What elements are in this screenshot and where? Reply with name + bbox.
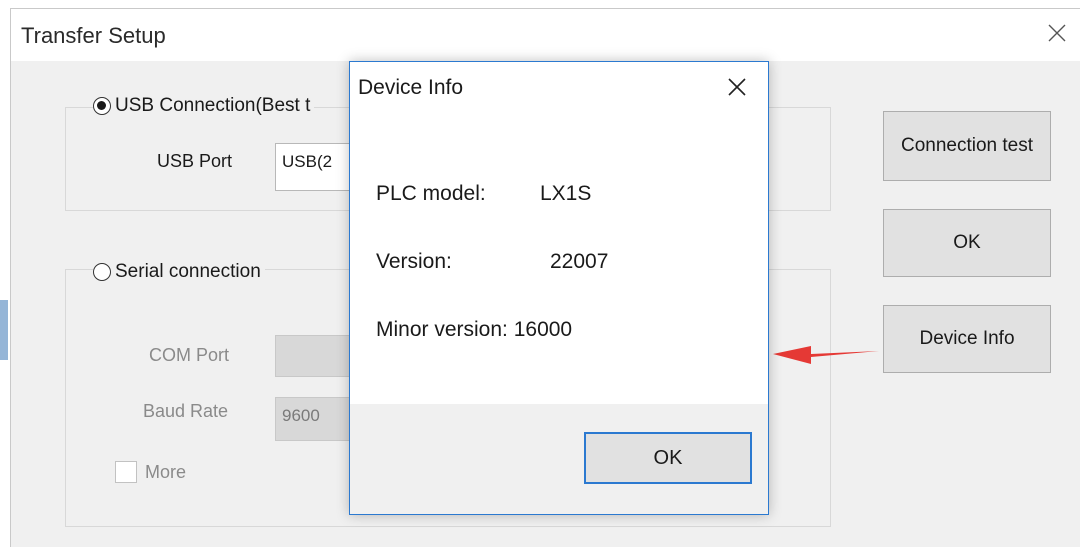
- more-checkbox: [115, 461, 137, 483]
- usb-connection-label: USB Connection(Best t: [115, 95, 311, 116]
- usb-connection-radio[interactable]: USB Connection(Best t: [93, 95, 315, 117]
- more-label: More: [145, 461, 187, 482]
- com-port-select: [275, 335, 355, 377]
- usb-port-label: USB Port: [157, 151, 233, 171]
- dialog-close-icon[interactable]: [724, 74, 750, 100]
- baud-rate-select: 9600: [275, 397, 355, 441]
- dialog-title: Device Info: [358, 76, 464, 99]
- com-port-label: COM Port: [149, 345, 230, 365]
- more-option: More: [115, 461, 186, 483]
- connection-test-button[interactable]: Connection test: [883, 111, 1051, 181]
- background-window-edge: [0, 300, 8, 360]
- device-info-dialog: Device Info PLC model: LX1S Version: 220…: [349, 61, 769, 515]
- serial-connection-label: Serial connection: [115, 261, 261, 282]
- minor-version-text: Minor version: 16000: [376, 318, 573, 341]
- usb-port-value: USB(2: [282, 152, 333, 171]
- ok-button[interactable]: OK: [883, 209, 1051, 277]
- window-title: Transfer Setup: [21, 23, 166, 48]
- baud-rate-label: Baud Rate: [143, 401, 229, 421]
- radio-unchecked-icon[interactable]: [93, 263, 111, 281]
- version-label: Version:: [376, 250, 452, 273]
- close-icon[interactable]: [1045, 21, 1069, 45]
- baud-rate-value: 9600: [282, 406, 320, 425]
- plc-model-value: LX1S: [540, 182, 592, 205]
- version-value: 22007: [550, 250, 609, 273]
- dialog-ok-button[interactable]: OK: [584, 432, 752, 484]
- device-info-button[interactable]: Device Info: [883, 305, 1051, 373]
- transfer-setup-window: Transfer Setup USB Connection(Best t USB…: [10, 8, 1080, 547]
- title-bar: Transfer Setup: [11, 9, 1080, 61]
- usb-port-select[interactable]: USB(2: [275, 143, 355, 191]
- plc-model-label: PLC model:: [376, 182, 486, 205]
- annotation-arrow-icon: [773, 346, 879, 364]
- serial-connection-radio[interactable]: Serial connection: [93, 261, 265, 283]
- radio-checked-icon[interactable]: [93, 97, 111, 115]
